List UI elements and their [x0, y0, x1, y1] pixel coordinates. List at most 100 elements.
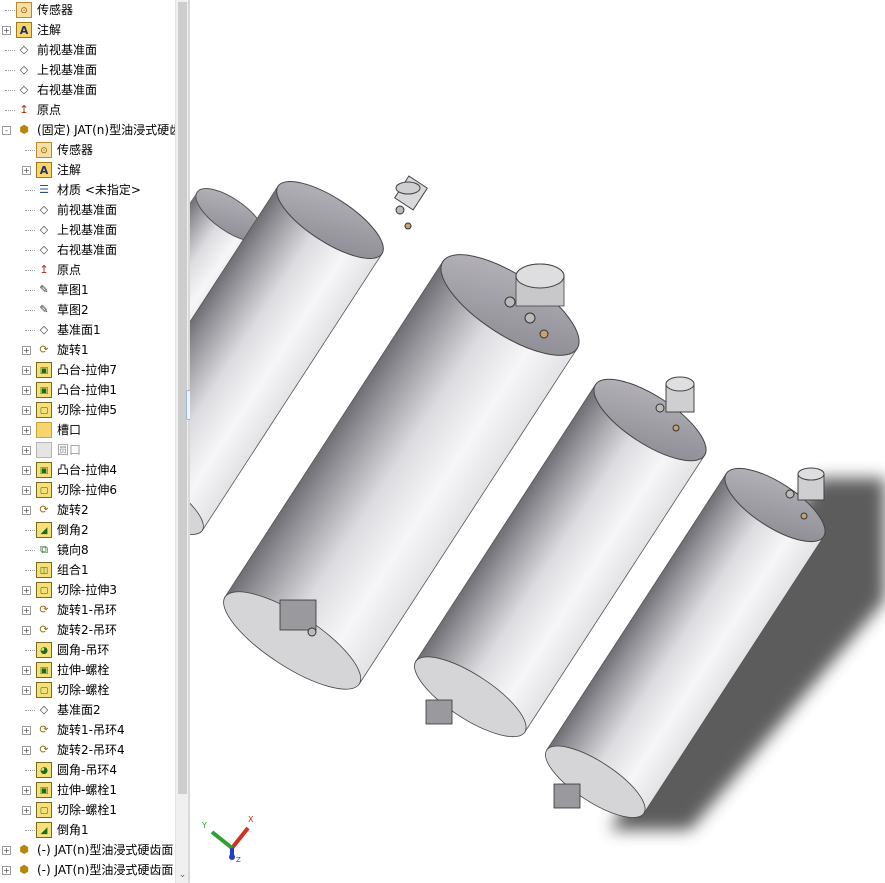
tree-item[interactable]: + ⟳ 旋转1-吊环4 — [0, 720, 175, 740]
triad-y-label: Y — [201, 821, 207, 830]
tree-item-label: (-) JAT(n)型油浸式硬齿面 — [37, 863, 174, 877]
tree-item[interactable]: ✎ 草图1 — [0, 280, 175, 300]
tree-item[interactable]: ◫ 组合1 — [0, 560, 175, 580]
tree-item[interactable]: + ⟳ 旋转2 — [0, 500, 175, 520]
fillet-icon: ◕ — [36, 762, 52, 778]
cut-extrude-icon: ▢ — [36, 402, 52, 418]
tree-scrollbar[interactable]: ⌄ — [175, 0, 189, 883]
boss-extrude-icon: ▣ — [36, 382, 52, 398]
expand-icon[interactable]: + — [22, 686, 31, 695]
tree-item-label: 倒角2 — [57, 523, 89, 537]
sketch-icon: ✎ — [39, 283, 49, 296]
expand-icon[interactable]: + — [22, 366, 31, 375]
tree-item[interactable]: + A 注解 — [0, 20, 175, 40]
tree-item[interactable]: + A 注解 — [0, 160, 175, 180]
revolve-icon: ⟳ — [39, 503, 49, 516]
plane-icon: ◇ — [19, 63, 29, 76]
expand-icon[interactable]: + — [22, 466, 31, 475]
part-icon: ⬢ — [19, 123, 29, 136]
expand-icon[interactable]: + — [2, 26, 11, 35]
tree-item[interactable]: ◕ 圆角-吊环4 — [0, 760, 175, 780]
scroll-down-arrow-icon[interactable]: ⌄ — [177, 870, 188, 881]
tree-item[interactable]: ⧉ 镜向8 — [0, 540, 175, 560]
tree-item[interactable]: - ⬢ (固定) JAT(n)型油浸式硬齿 — [0, 120, 175, 140]
tree-item-label: 旋转1-吊环4 — [57, 723, 125, 737]
tree-item[interactable]: ◇ 基准面2 — [0, 700, 175, 720]
tree-connector — [5, 10, 15, 11]
tree-item[interactable]: + ▢ 切除-拉伸6 — [0, 480, 175, 500]
tree-item[interactable]: + 圆口 — [0, 440, 175, 460]
expand-icon[interactable]: + — [22, 786, 31, 795]
tree-item[interactable]: + ▢ 切除-拉伸5 — [0, 400, 175, 420]
tree-item[interactable]: ◇ 前视基准面 — [0, 40, 175, 60]
feature-manager-tree[interactable]: ⊙ 传感器 + A 注解 ◇ 前视基准面 ◇ 上视基准面 ◇ 右视基准面 ↥ 原点 - ⬢ (固定) JAT(… — [0, 0, 175, 883]
tree-item-label: 传感器 — [37, 3, 74, 17]
tree-item[interactable]: ↥ 原点 — [0, 260, 175, 280]
tree-connector — [25, 270, 35, 271]
expand-icon[interactable]: + — [2, 866, 11, 875]
tree-item[interactable]: ◇ 前视基准面 — [0, 200, 175, 220]
expand-icon[interactable]: + — [22, 486, 31, 495]
expand-icon[interactable]: + — [22, 386, 31, 395]
tree-item[interactable]: + 槽口 — [0, 420, 175, 440]
graphics-viewport[interactable] — [190, 0, 885, 883]
expand-icon[interactable]: + — [22, 426, 31, 435]
expand-icon[interactable]: + — [22, 586, 31, 595]
tree-item[interactable]: + ▣ 拉伸-螺栓1 — [0, 780, 175, 800]
expand-icon[interactable]: + — [22, 346, 31, 355]
tree-item[interactable]: + ⬢ (-) JAT(n)型油浸式硬齿面 — [0, 840, 175, 860]
expand-icon[interactable]: + — [22, 406, 31, 415]
tree-item[interactable]: ☰ 材质 <未指定> — [0, 180, 175, 200]
tree-item[interactable]: ⊙ 传感器 — [0, 0, 175, 20]
tree-item-label: 凸台-拉伸1 — [57, 383, 117, 397]
cylinder-4-bottom-fitting — [425, 699, 453, 725]
expand-icon[interactable]: + — [22, 726, 31, 735]
expand-icon[interactable]: + — [22, 606, 31, 615]
tree-item[interactable]: ↥ 原点 — [0, 100, 175, 120]
tree-item[interactable]: ✎ 草图2 — [0, 300, 175, 320]
revolve-icon: ⟳ — [39, 743, 49, 756]
tree-connector — [25, 710, 35, 711]
tree-item[interactable]: + ▣ 凸台-拉伸4 — [0, 460, 175, 480]
expand-icon[interactable]: + — [22, 806, 31, 815]
tree-item[interactable]: ◇ 上视基准面 — [0, 220, 175, 240]
expand-icon[interactable]: + — [22, 626, 31, 635]
tree-item-label: 原点 — [57, 263, 82, 277]
tree-item-label: 上视基准面 — [57, 223, 118, 237]
tree-item[interactable]: ◕ 圆角-吊环 — [0, 640, 175, 660]
expand-icon[interactable]: + — [2, 846, 11, 855]
tree-item[interactable]: + ▢ 切除-螺栓1 — [0, 800, 175, 820]
tree-item[interactable]: + ⟳ 旋转1 — [0, 340, 175, 360]
expand-icon[interactable]: + — [22, 746, 31, 755]
tree-item[interactable]: ◢ 倒角2 — [0, 520, 175, 540]
tree-item-label: 圆角-吊环4 — [57, 763, 117, 777]
tree-item[interactable]: + ▣ 拉伸-螺栓 — [0, 660, 175, 680]
tree-item[interactable]: ◇ 右视基准面 — [0, 240, 175, 260]
tree-item[interactable]: ◇ 上视基准面 — [0, 60, 175, 80]
tree-item[interactable]: + ⟳ 旋转1-吊环 — [0, 600, 175, 620]
tree-item[interactable]: + ⟳ 旋转2-吊环 — [0, 620, 175, 640]
collapse-icon[interactable]: - — [2, 126, 11, 135]
tree-connector — [25, 290, 35, 291]
model-scene — [190, 175, 885, 830]
tree-item[interactable]: ⊙ 传感器 — [0, 140, 175, 160]
tree-item[interactable]: ◇ 右视基准面 — [0, 80, 175, 100]
tree-item[interactable]: + ▣ 凸台-拉伸1 — [0, 380, 175, 400]
tree-item[interactable]: ◢ 倒角1 — [0, 820, 175, 840]
tree-item[interactable]: + ⟳ 旋转2-吊环4 — [0, 740, 175, 760]
tree-item[interactable]: + ▢ 切除-螺栓 — [0, 680, 175, 700]
tree-item[interactable]: ◇ 基准面1 — [0, 320, 175, 340]
expand-icon[interactable]: + — [22, 506, 31, 515]
revolve-icon: ⟳ — [39, 603, 49, 616]
tree-connector — [25, 550, 35, 551]
combine-icon: ◫ — [36, 562, 52, 578]
tree-item[interactable]: + ▢ 切除-拉伸3 — [0, 580, 175, 600]
tree-item[interactable]: + ▣ 凸台-拉伸7 — [0, 360, 175, 380]
tree-item[interactable]: + ⬢ (-) JAT(n)型油浸式硬齿面 — [0, 860, 175, 880]
expand-icon[interactable]: + — [22, 166, 31, 175]
expand-icon[interactable]: + — [22, 666, 31, 675]
cylinder-2-top-fitting — [394, 175, 428, 230]
chamfer-icon: ◢ — [36, 522, 52, 538]
tree-item-label: 注解 — [57, 163, 82, 177]
expand-icon[interactable]: + — [22, 446, 31, 455]
